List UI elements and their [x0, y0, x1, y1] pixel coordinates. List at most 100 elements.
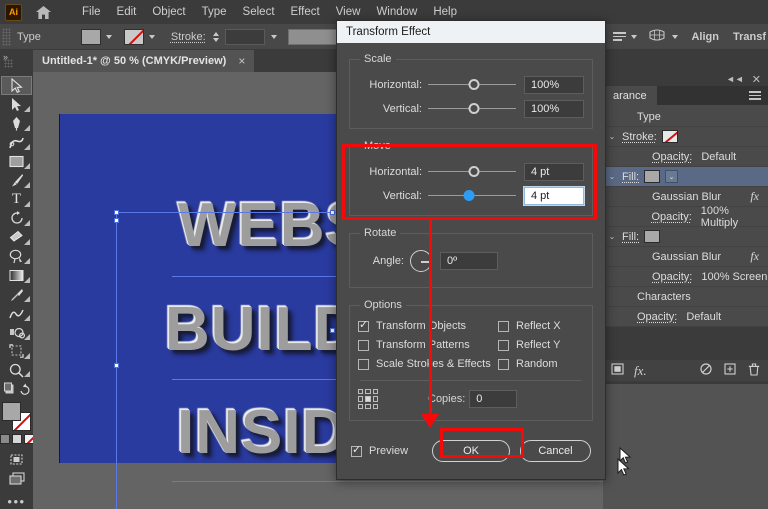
- stroke-row[interactable]: ⌄Stroke:: [603, 127, 768, 147]
- align-button[interactable]: Align: [691, 31, 719, 43]
- checkbox-box[interactable]: [498, 359, 509, 370]
- checkbox-box[interactable]: [358, 359, 369, 370]
- move-horizontal-field[interactable]: 4 pt: [524, 163, 584, 181]
- add-new-effect-icon[interactable]: fx.: [634, 363, 647, 379]
- stroke-weight-label[interactable]: Stroke:: [171, 31, 206, 43]
- angle-dial[interactable]: [410, 250, 432, 272]
- checkbox-random[interactable]: Random: [498, 358, 584, 370]
- zoom-tool[interactable]: [1, 361, 32, 380]
- paintbrush-tool[interactable]: [1, 171, 32, 190]
- duplicate-item-icon[interactable]: [724, 363, 736, 379]
- scale-horizontal-slider[interactable]: [428, 77, 516, 93]
- menu-item-window[interactable]: Window: [368, 3, 425, 21]
- menu-item-type[interactable]: Type: [194, 3, 235, 21]
- fill-swatch[interactable]: [81, 29, 101, 45]
- rotate-tool[interactable]: [1, 209, 32, 228]
- control-bar-grip[interactable]: [2, 28, 11, 46]
- tab-appearance[interactable]: arance: [603, 86, 657, 105]
- checkbox-box[interactable]: [498, 321, 509, 332]
- transform-effect-dialog[interactable]: Transform Effect Scale Horizontal: 100% …: [336, 20, 606, 480]
- base-opacity[interactable]: Opacity:Default: [603, 307, 768, 327]
- pen-tool[interactable]: [1, 114, 32, 133]
- menu-item-object[interactable]: Object: [144, 3, 193, 21]
- menu-item-effect[interactable]: Effect: [283, 3, 328, 21]
- type-row[interactable]: Type: [603, 107, 768, 127]
- paragraph-align-icon[interactable]: [613, 32, 626, 41]
- stroke-swatch[interactable]: [124, 29, 144, 45]
- envelope-distort-icon[interactable]: [649, 28, 665, 45]
- scale-horizontal-field[interactable]: 100%: [524, 76, 584, 94]
- close-icon[interactable]: ×: [238, 54, 245, 68]
- paragraph-align-chevron-down-icon[interactable]: [629, 35, 638, 39]
- lasso-tool[interactable]: [1, 247, 32, 266]
- tab-bar-grip[interactable]: [4, 59, 13, 68]
- chevron-down-icon[interactable]: ⌄: [607, 172, 617, 181]
- eraser-tool[interactable]: [1, 228, 32, 247]
- selection-handle[interactable]: [330, 328, 335, 333]
- menu-item-view[interactable]: View: [328, 3, 369, 21]
- menu-item-help[interactable]: Help: [425, 3, 465, 21]
- fill-swatch-chevron-down-icon[interactable]: [105, 35, 114, 39]
- delete-item-icon[interactable]: [748, 363, 760, 379]
- shape-builder-tool[interactable]: [1, 323, 32, 342]
- color-button[interactable]: [0, 434, 10, 444]
- type-tool[interactable]: T: [1, 190, 32, 209]
- rectangle-tool[interactable]: [1, 152, 32, 171]
- selection-handle[interactable]: [114, 218, 119, 223]
- drawing-mode-button[interactable]: [1, 450, 32, 469]
- menu-item-edit[interactable]: Edit: [109, 3, 145, 21]
- ok-button[interactable]: OK: [432, 440, 510, 462]
- transform-button[interactable]: Transf: [733, 31, 766, 43]
- checkbox-reflect-x[interactable]: Reflect X: [498, 320, 584, 332]
- gradient-tool[interactable]: [1, 266, 32, 285]
- fill-swatch[interactable]: [644, 230, 660, 243]
- panel-menu-icon[interactable]: [749, 86, 768, 105]
- stroke-weight-stepper[interactable]: [213, 32, 219, 42]
- fx-icon[interactable]: fx: [750, 189, 768, 204]
- menu-item-file[interactable]: File: [74, 3, 109, 21]
- fill-1-opacity[interactable]: Opacity:100% Multiply: [603, 207, 768, 227]
- fill-swatch[interactable]: [644, 170, 660, 183]
- checkbox-box[interactable]: [498, 340, 509, 351]
- chevron-down-icon[interactable]: ⌄: [607, 132, 617, 141]
- gaussian-blur-2[interactable]: Gaussian Blurfx: [603, 247, 768, 267]
- eyedropper-tool[interactable]: [1, 285, 32, 304]
- direct-selection-tool[interactable]: [1, 95, 32, 114]
- checkbox-box[interactable]: [351, 446, 362, 457]
- rotate-angle-field[interactable]: 0º: [440, 252, 498, 270]
- fill-stroke-indicator[interactable]: [2, 402, 32, 429]
- close-panel-icon[interactable]: ✕: [752, 73, 761, 86]
- artboard-tool[interactable]: [1, 342, 32, 361]
- stroke-swatch-chevron-down-icon[interactable]: [148, 35, 157, 39]
- swatch-chevron-down-icon[interactable]: ⌄: [665, 170, 678, 183]
- clear-appearance-icon[interactable]: [700, 363, 712, 379]
- checkbox-transform-patterns[interactable]: Transform Patterns: [358, 339, 498, 351]
- curvature-tool[interactable]: [1, 133, 32, 152]
- stroke-weight-field[interactable]: [225, 29, 265, 45]
- stroke-swatch[interactable]: [662, 130, 678, 143]
- characters-row[interactable]: Characters: [603, 287, 768, 307]
- none-button[interactable]: [24, 434, 34, 444]
- cancel-button[interactable]: Cancel: [520, 440, 591, 462]
- checkbox-box[interactable]: [358, 321, 369, 332]
- selection-handle[interactable]: [330, 210, 335, 215]
- selection-handle[interactable]: [114, 363, 119, 368]
- fill-color-indicator[interactable]: [2, 402, 21, 421]
- move-vertical-field[interactable]: 4 pt: [524, 187, 584, 205]
- checkbox-reflect-y[interactable]: Reflect Y: [498, 339, 584, 351]
- fill-row-1[interactable]: ⌄Fill:⌄: [603, 167, 768, 187]
- copies-field[interactable]: 0: [469, 390, 517, 408]
- home-icon[interactable]: [34, 6, 52, 19]
- edit-toolbar-button[interactable]: •••: [7, 494, 25, 509]
- envelope-distort-chevron-down-icon[interactable]: [670, 35, 679, 39]
- fill-row-2[interactable]: ⌄Fill:: [603, 227, 768, 247]
- screen-mode-button[interactable]: [1, 469, 32, 488]
- checkbox-transform-objects[interactable]: Transform Objects: [358, 320, 498, 332]
- move-horizontal-slider[interactable]: [428, 164, 516, 180]
- scale-vertical-slider[interactable]: [428, 101, 516, 117]
- stroke-weight-chevron-down-icon[interactable]: [270, 35, 279, 39]
- document-tab[interactable]: Untitled-1* @ 50 % (CMYK/Preview) ×: [33, 50, 255, 72]
- selection-handle[interactable]: [114, 210, 119, 215]
- fx-icon[interactable]: fx: [750, 249, 768, 264]
- anchor-point-selector[interactable]: [358, 389, 378, 409]
